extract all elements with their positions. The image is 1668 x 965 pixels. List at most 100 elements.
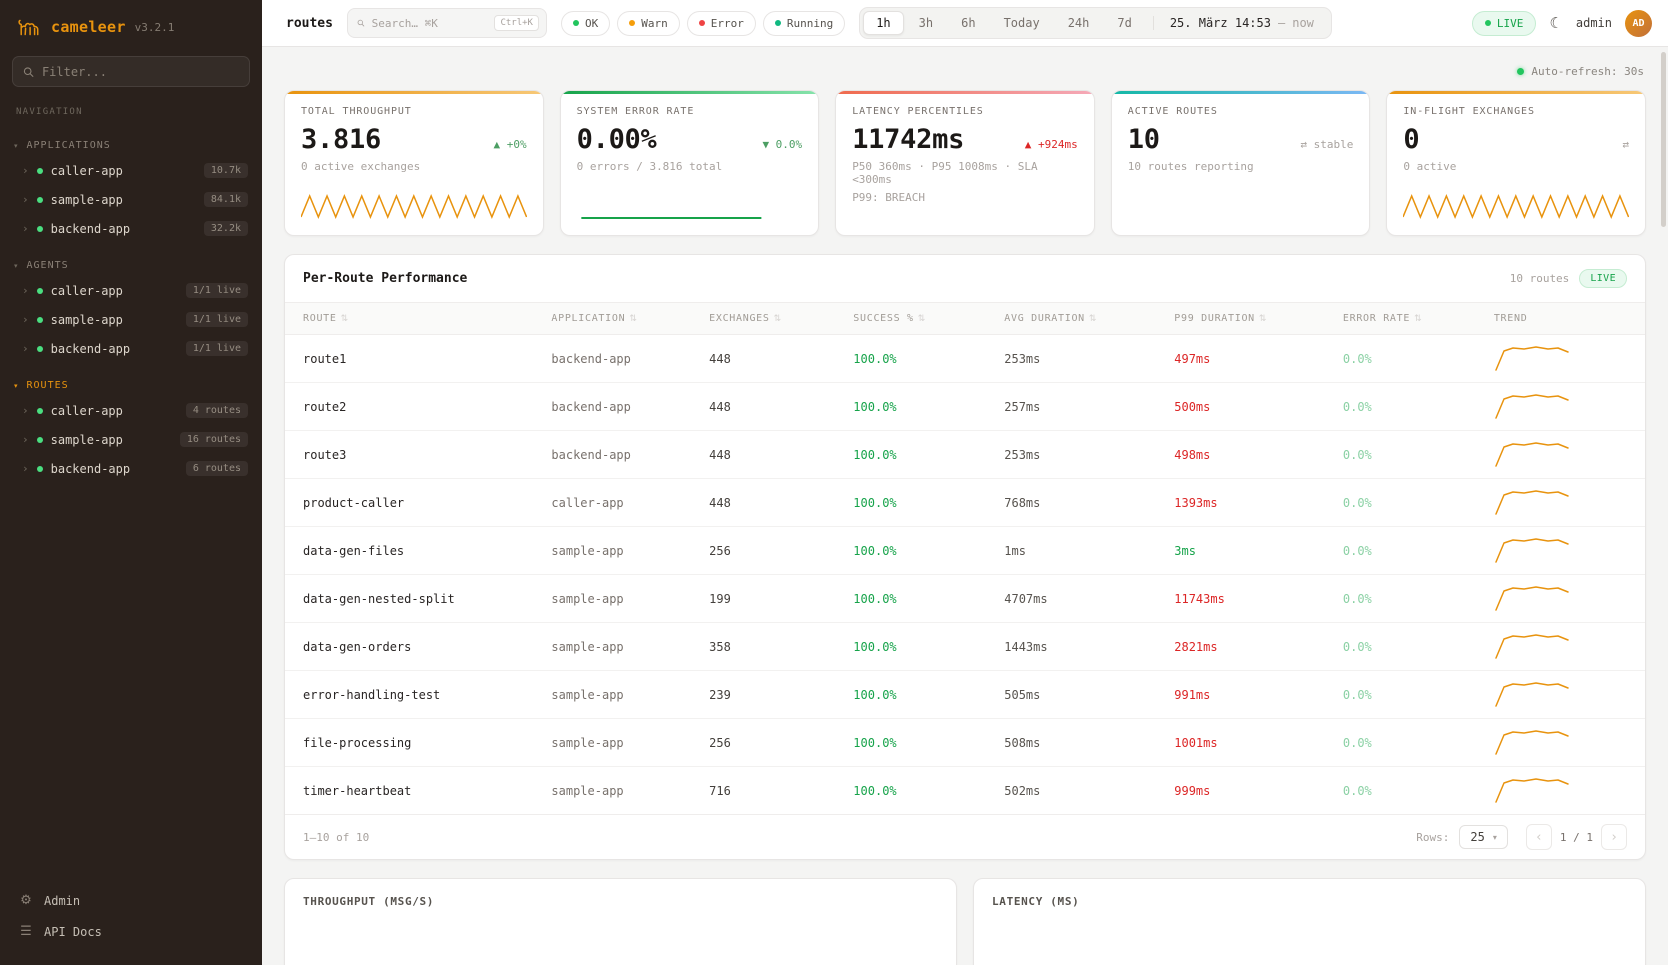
avg-duration: 502ms xyxy=(996,767,1166,815)
date-range-display[interactable]: 25. März 14:53 — now xyxy=(1153,16,1328,30)
route-name: timer-heartbeat xyxy=(285,767,543,815)
kpi-value: 3.816 xyxy=(301,124,381,155)
sidebar-item-api-docs[interactable]: ☰ API Docs xyxy=(8,916,254,947)
success-rate: 100.0% xyxy=(845,719,996,767)
sidebar-item-route-group[interactable]: › sample-app 16 routes xyxy=(0,425,262,454)
sort-icon: ⇅ xyxy=(629,314,637,324)
col-p99-duration[interactable]: P99 DURATION⇅ xyxy=(1166,303,1335,335)
camel-logo-icon xyxy=(16,16,42,38)
routes-count-badge: 4 routes xyxy=(186,403,248,418)
col-route[interactable]: ROUTE⇅ xyxy=(285,303,543,335)
sidebar-item-application[interactable]: › backend-app 32.2k xyxy=(0,214,262,243)
in-flight-sparkline xyxy=(1403,189,1629,223)
status-filter-chip[interactable]: OK xyxy=(561,11,610,36)
table-row[interactable]: file-processing sample-app 256 100.0% 50… xyxy=(285,719,1645,767)
sidebar-item-route-group[interactable]: › backend-app 6 routes xyxy=(0,454,262,483)
error-rate: 0.0% xyxy=(1335,575,1486,623)
p99-duration: 11743ms xyxy=(1166,575,1335,623)
sidebar-filter-input[interactable] xyxy=(42,65,239,79)
app-logo[interactable]: cameleer v3.2.1 xyxy=(0,0,262,50)
sort-icon: ⇅ xyxy=(341,314,349,324)
table-row[interactable]: product-caller caller-app 448 100.0% 768… xyxy=(285,479,1645,527)
time-range-control: 1h 3h 6h Today 24h 7d 25. März 14:53 — n… xyxy=(859,7,1332,39)
live-status-pill[interactable]: LIVE xyxy=(1472,11,1537,36)
p99-duration: 991ms xyxy=(1166,671,1335,719)
table-row[interactable]: timer-heartbeat sample-app 716 100.0% 50… xyxy=(285,767,1645,815)
table-row[interactable]: data-gen-files sample-app 256 100.0% 1ms… xyxy=(285,527,1645,575)
error-rate-sparkline xyxy=(577,189,803,223)
prev-page-button[interactable]: ‹ xyxy=(1526,824,1552,850)
search-input[interactable] xyxy=(372,17,488,30)
sidebar-filter[interactable] xyxy=(12,56,250,87)
error-rate: 0.0% xyxy=(1335,335,1486,383)
time-range-24h[interactable]: 24h xyxy=(1055,11,1103,35)
time-range-1h[interactable]: 1h xyxy=(863,11,903,35)
col-application[interactable]: APPLICATION⇅ xyxy=(543,303,701,335)
application-name: sample-app xyxy=(543,623,701,671)
main-area: routes Ctrl+K OK Warn xyxy=(262,0,1668,965)
rows-per-page-select[interactable]: 25 ▾ xyxy=(1459,825,1507,849)
chevron-right-icon: › xyxy=(22,165,29,176)
avg-duration: 1443ms xyxy=(996,623,1166,671)
time-range-today[interactable]: Today xyxy=(991,11,1053,35)
avatar[interactable]: AD xyxy=(1625,10,1652,37)
sidebar-section-applications: ▾ APPLICATIONS › caller-app 10.7k › samp… xyxy=(0,135,262,243)
error-rate: 0.0% xyxy=(1335,527,1486,575)
table-row[interactable]: data-gen-orders sample-app 358 100.0% 14… xyxy=(285,623,1645,671)
time-range-3h[interactable]: 3h xyxy=(906,11,946,35)
error-rate: 0.0% xyxy=(1335,383,1486,431)
sidebar-item-admin[interactable]: ⚙ Admin xyxy=(8,885,254,916)
kpi-value: 10 xyxy=(1128,124,1160,155)
status-dot-icon xyxy=(37,346,43,352)
auto-refresh-indicator: Auto-refresh: 30s xyxy=(284,61,1646,90)
table-row[interactable]: error-handling-test sample-app 239 100.0… xyxy=(285,671,1645,719)
per-route-table: ROUTE⇅ APPLICATION⇅ EXCHANGES⇅ SUCCESS %… xyxy=(285,302,1645,814)
kpi-total-throughput: TOTAL THROUGHPUT 3.816 ▲ +0% 0 active ex… xyxy=(284,90,544,236)
shortcut-badge: Ctrl+K xyxy=(494,15,539,31)
status-filter-chip[interactable]: Error xyxy=(687,11,756,36)
user-name: admin xyxy=(1576,16,1612,30)
section-header-applications[interactable]: ▾ APPLICATIONS xyxy=(0,135,262,156)
dark-mode-toggle[interactable]: ☾ xyxy=(1549,14,1562,32)
col-success[interactable]: SUCCESS %⇅ xyxy=(845,303,996,335)
col-exchanges[interactable]: EXCHANGES⇅ xyxy=(701,303,845,335)
time-range-7d[interactable]: 7d xyxy=(1104,11,1144,35)
time-range-6h[interactable]: 6h xyxy=(948,11,988,35)
throughput-sparkline xyxy=(301,189,527,223)
global-search[interactable]: Ctrl+K xyxy=(347,8,547,38)
exchanges-count: 256 xyxy=(701,527,845,575)
sidebar-item-application[interactable]: › sample-app 84.1k xyxy=(0,185,262,214)
col-avg-duration[interactable]: AVG DURATION⇅ xyxy=(996,303,1166,335)
kpi-delta: ▲ +924ms xyxy=(1025,138,1078,151)
application-name: sample-app xyxy=(543,575,701,623)
table-row[interactable]: data-gen-nested-split sample-app 199 100… xyxy=(285,575,1645,623)
status-dot-icon xyxy=(37,168,43,174)
table-row[interactable]: route3 backend-app 448 100.0% 253ms 498m… xyxy=(285,431,1645,479)
section-header-agents[interactable]: ▾ AGENTS xyxy=(0,255,262,276)
next-page-button[interactable]: › xyxy=(1601,824,1627,850)
table-row[interactable]: route1 backend-app 448 100.0% 253ms 497m… xyxy=(285,335,1645,383)
sidebar-item-agent[interactable]: › sample-app 1/1 live xyxy=(0,305,262,334)
sidebar-item-application[interactable]: › caller-app 10.7k xyxy=(0,156,262,185)
status-filter-chip[interactable]: Warn xyxy=(617,11,680,36)
rows-per-page-label: Rows: xyxy=(1416,831,1449,844)
kpi-value: 0 xyxy=(1403,124,1419,155)
section-header-routes[interactable]: ▾ ROUTES xyxy=(0,375,262,396)
route-name: data-gen-files xyxy=(285,527,543,575)
sort-icon: ⇅ xyxy=(774,314,782,324)
trend-sparkline xyxy=(1494,775,1570,805)
kpi-value: 11742ms xyxy=(852,124,964,155)
col-error-rate[interactable]: ERROR RATE⇅ xyxy=(1335,303,1486,335)
caret-down-icon: ▾ xyxy=(14,382,19,390)
chart-title: THROUGHPUT (MSG/S) xyxy=(303,895,938,908)
latency-chart-panel: LATENCY (MS) xyxy=(973,878,1646,965)
sidebar-item-agent[interactable]: › backend-app 1/1 live xyxy=(0,334,262,363)
count-badge: 10.7k xyxy=(204,163,248,178)
scrollbar[interactable] xyxy=(1661,52,1666,227)
sidebar-item-route-group[interactable]: › caller-app 4 routes xyxy=(0,396,262,425)
table-row[interactable]: route2 backend-app 448 100.0% 257ms 500m… xyxy=(285,383,1645,431)
p99-duration: 2821ms xyxy=(1166,623,1335,671)
status-filter-chip[interactable]: Running xyxy=(763,11,845,36)
kpi-in-flight-exchanges: IN-FLIGHT EXCHANGES 0 ⇄ 0 active xyxy=(1386,90,1646,236)
sidebar-item-agent[interactable]: › caller-app 1/1 live xyxy=(0,276,262,305)
